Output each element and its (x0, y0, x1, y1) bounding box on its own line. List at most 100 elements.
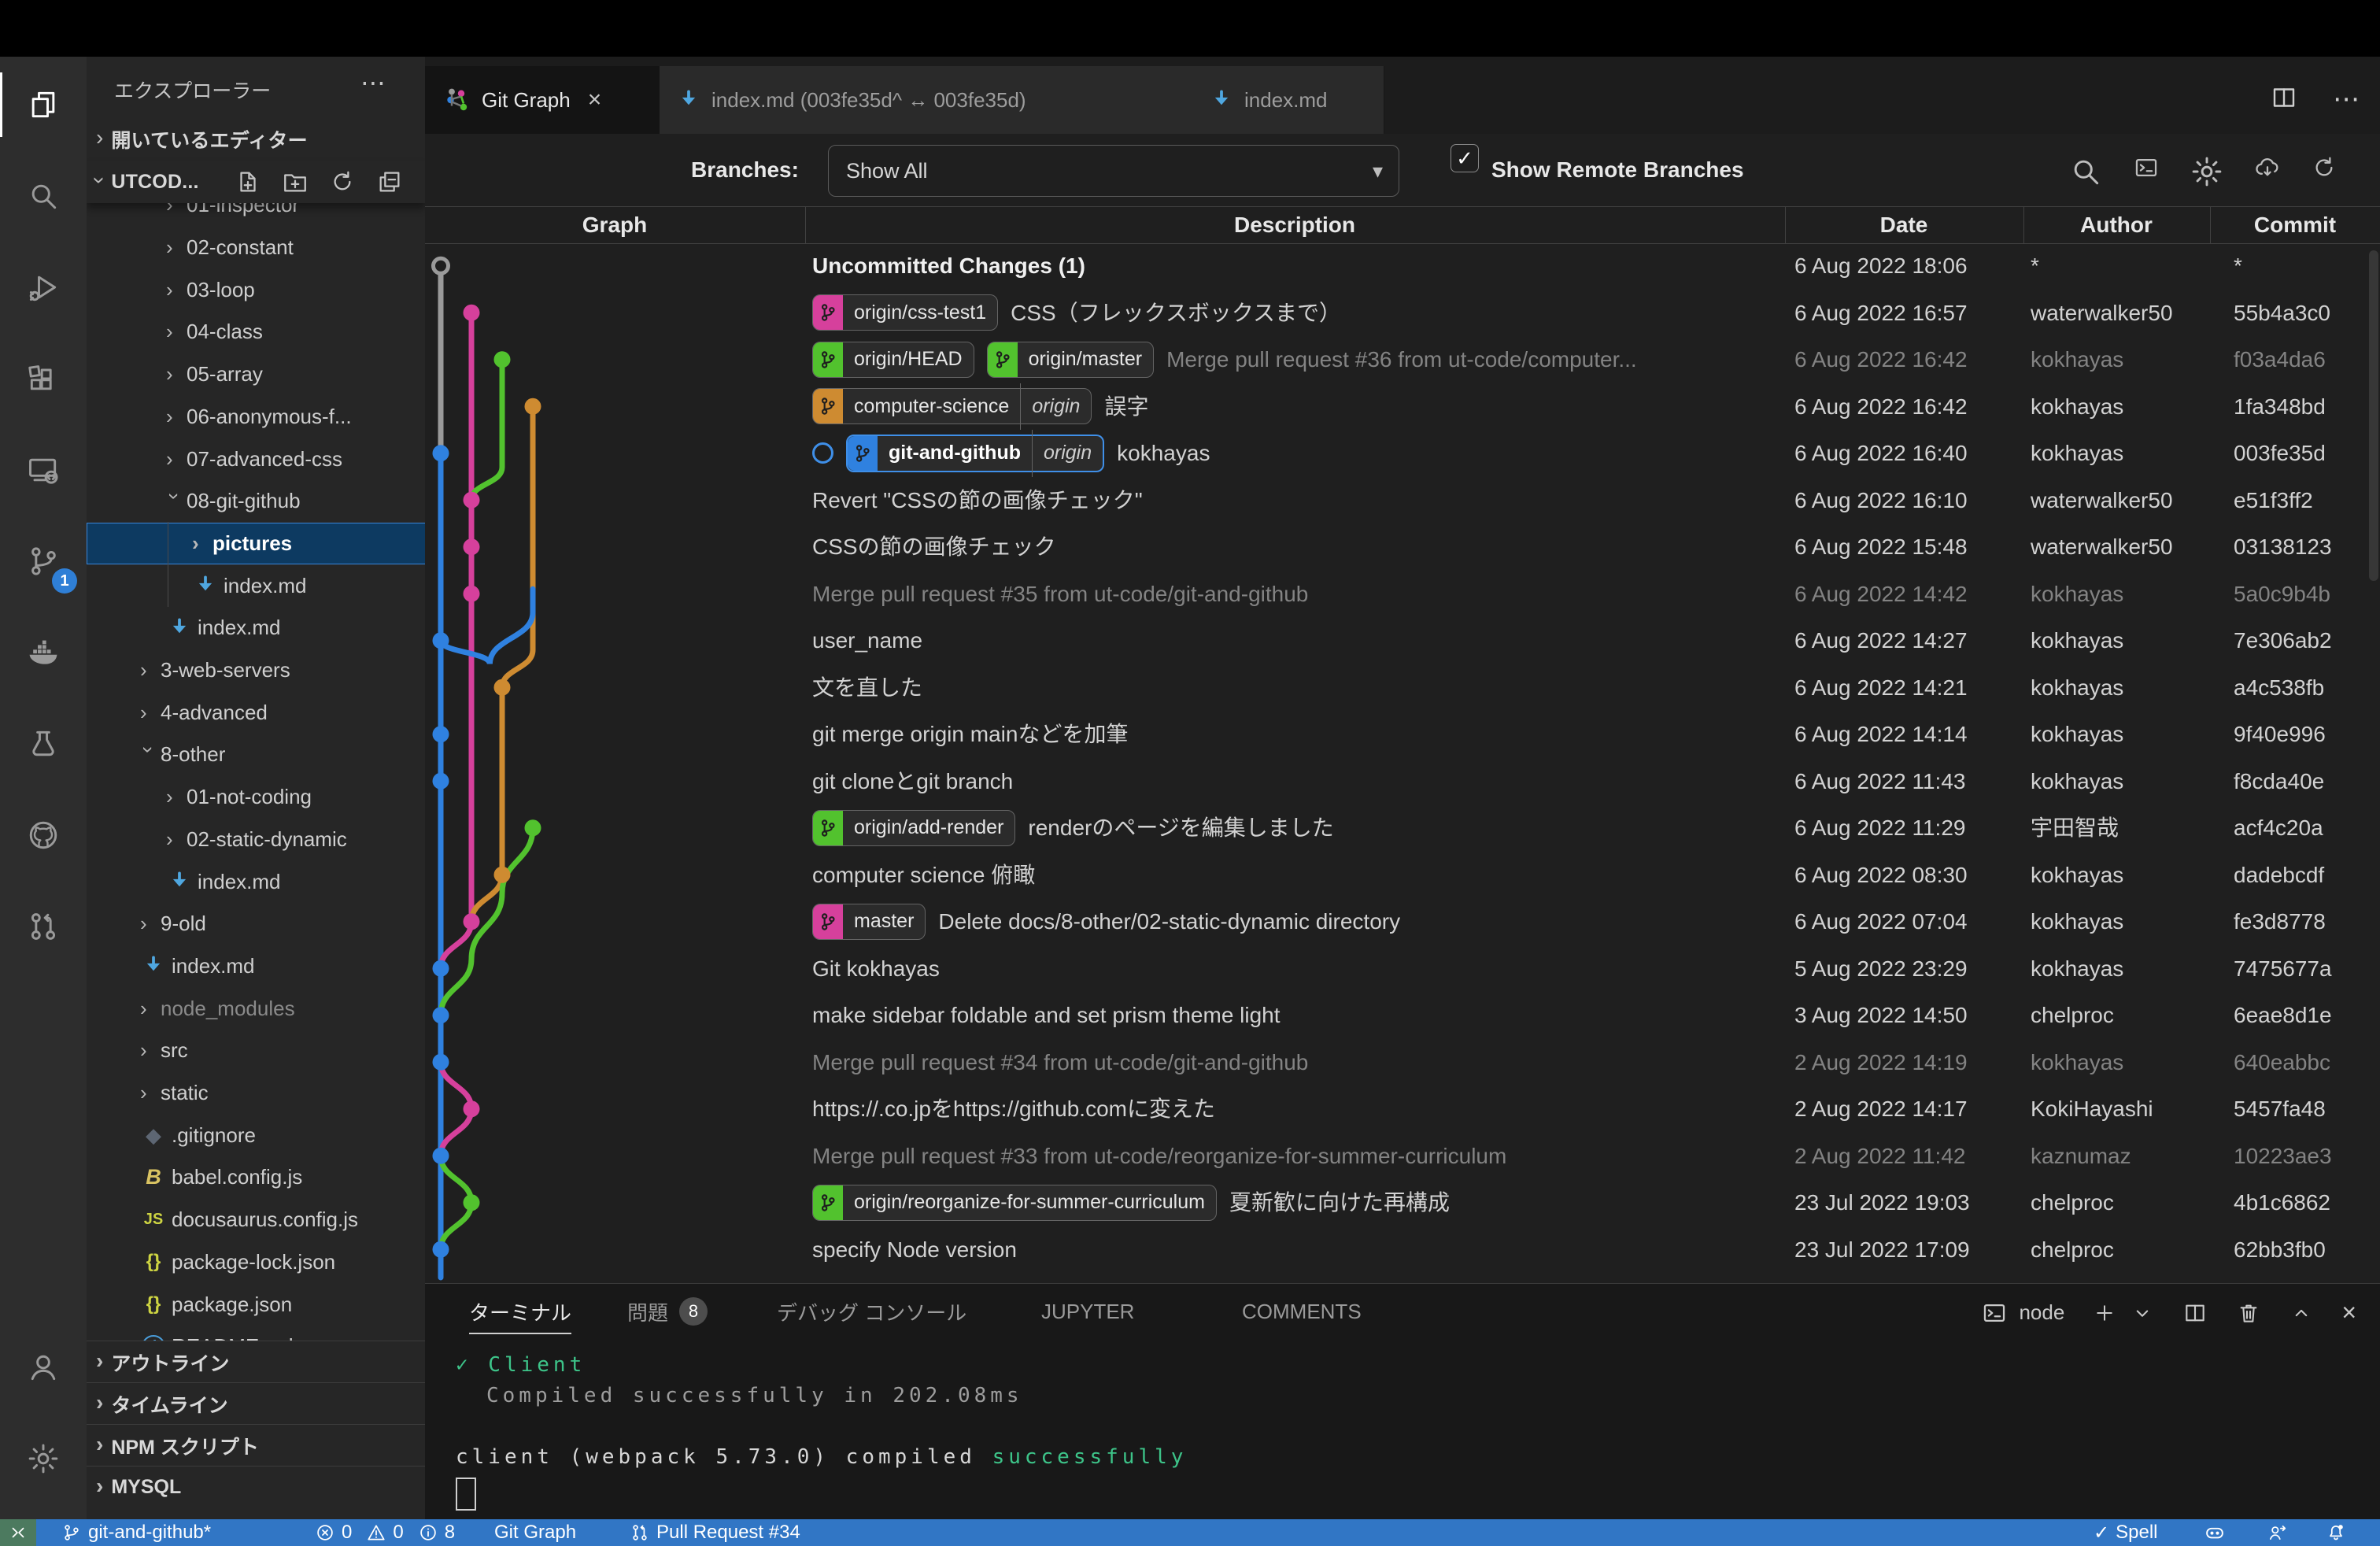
remote-indicator[interactable] (0, 1519, 36, 1546)
commit-row[interactable]: 文を直した6 Aug 2022 14:21kokhayasa4c538fb (425, 664, 2380, 712)
activity-github-icon[interactable] (0, 792, 87, 878)
tab-git-graph[interactable]: Git Graph× (425, 66, 660, 134)
panel-tab--[interactable]: 問題8 (627, 1284, 708, 1339)
section-outline[interactable]: ›アウトライン (87, 1341, 425, 1383)
commit-row[interactable]: computer-scienceorigin誤字6 Aug 2022 16:42… (425, 383, 2380, 431)
split-terminal-icon[interactable] (2182, 1300, 2208, 1326)
terminal-icon[interactable] (2133, 154, 2160, 189)
feedback-icon[interactable] (2267, 1519, 2287, 1546)
collapse-all-icon[interactable] (376, 168, 403, 195)
commit-row[interactable]: origin/HEADorigin/masterMerge pull reque… (425, 336, 2380, 383)
activity-run-debug-icon[interactable] (0, 244, 87, 331)
panel-tab-comments[interactable]: COMMENTS (1242, 1284, 1362, 1339)
close-panel-icon[interactable]: × (2341, 1298, 2356, 1327)
section-timeline[interactable]: ›タイムライン (87, 1382, 425, 1425)
close-icon[interactable]: × (588, 87, 602, 113)
file-index-md[interactable]: index.md (87, 945, 425, 988)
folder-05-array[interactable]: ›05-array (87, 353, 425, 396)
branch-badge[interactable]: master (812, 904, 926, 940)
status-pull-request[interactable]: Pull Request #34 (630, 1519, 800, 1546)
file-index-md[interactable]: index.md (87, 564, 425, 607)
shell-label[interactable]: node (2019, 1300, 2064, 1325)
tab-index-md[interactable]: index.md (1192, 66, 1384, 134)
file-package-json[interactable]: {}package.json (87, 1283, 425, 1326)
cloud-download-icon[interactable] (2254, 154, 2281, 189)
branch-badge[interactable]: git-and-githuborigin (846, 435, 1104, 472)
column-header-commit[interactable]: Commit (2254, 207, 2336, 243)
file-docusaurus-config-js[interactable]: JSdocusaurus.config.js (87, 1199, 425, 1241)
commit-row[interactable]: Merge pull request #34 from ut-code/git-… (425, 1039, 2380, 1086)
maximize-panel-icon[interactable] (2289, 1301, 2313, 1325)
folder-src[interactable]: ›src (87, 1030, 425, 1072)
file-index-md[interactable]: index.md (87, 607, 425, 649)
panel-tab--[interactable]: ターミナル (469, 1284, 571, 1339)
commit-row[interactable]: Merge pull request #35 from ut-code/git-… (425, 571, 2380, 618)
folder-01-not-coding[interactable]: ›01-not-coding (87, 776, 425, 819)
section-npm[interactable]: ›NPM スクリプト (87, 1424, 425, 1466)
commit-row[interactable]: git cloneとgit branch6 Aug 2022 11:43kokh… (425, 758, 2380, 805)
activity-test-flask-icon[interactable] (0, 701, 87, 787)
bell-icon[interactable] (2326, 1519, 2346, 1546)
column-header-author[interactable]: Author (2080, 207, 2153, 243)
branch-badge[interactable]: origin/master (987, 342, 1155, 378)
folder-9-old[interactable]: ›9-old (87, 903, 425, 945)
folder-pictures[interactable]: ›pictures (87, 523, 425, 565)
more-actions-icon[interactable]: ⋯ (360, 68, 386, 98)
column-header-graph[interactable]: Graph (582, 207, 647, 243)
folder-08-git-github[interactable]: ›08-git-github (87, 480, 425, 523)
editor-more-icon[interactable]: ⋯ (2333, 83, 2360, 115)
folder-04-class[interactable]: ›04-class (87, 311, 425, 353)
commit-row[interactable]: computer science 俯瞰6 Aug 2022 08:30kokha… (425, 852, 2380, 899)
status-branch[interactable]: git-and-github* (61, 1519, 211, 1546)
folder-02-static-dynamic[interactable]: ›02-static-dynamic (87, 819, 425, 861)
branch-badge[interactable]: origin/add-render (812, 810, 1015, 846)
folder-01-inspector[interactable]: ›01-inspector (87, 203, 425, 227)
commit-row[interactable]: origin/reorganize-for-summer-curriculum夏… (425, 1179, 2380, 1226)
workspace-section[interactable]: › UTCOD... (87, 161, 425, 203)
file-babel-config-js[interactable]: Bbabel.config.js (87, 1156, 425, 1199)
activity-settings-gear-icon[interactable] (0, 1415, 87, 1502)
commit-row[interactable]: specify Node version23 Jul 2022 17:09che… (425, 1226, 2380, 1274)
kill-terminal-icon[interactable] (2236, 1300, 2261, 1326)
file-package-lock-json[interactable]: {}package-lock.json (87, 1241, 425, 1284)
folder-07-advanced-css[interactable]: ›07-advanced-css (87, 438, 425, 480)
panel-tab-jupyter[interactable]: JUPYTER (1041, 1284, 1134, 1339)
branch-badge[interactable]: computer-scienceorigin (812, 388, 1092, 424)
split-editor-icon[interactable] (2270, 83, 2298, 115)
folder-02-constant[interactable]: ›02-constant (87, 227, 425, 269)
section-mysql[interactable]: ›MYSQL (87, 1466, 425, 1508)
folder-4-advanced[interactable]: ›4-advanced (87, 691, 425, 734)
status-spell[interactable]: ✓ Spell (2094, 1519, 2157, 1546)
activity-account-icon[interactable] (0, 1324, 87, 1411)
activity-pull-request-icon[interactable] (0, 883, 87, 970)
panel-tab--[interactable]: デバッグ コンソール (777, 1284, 966, 1339)
commit-row[interactable]: user_name6 Aug 2022 14:27kokhayas7e306ab… (425, 617, 2380, 664)
branch-badge[interactable]: origin/reorganize-for-summer-curriculum (812, 1185, 1217, 1221)
new-terminal-icon[interactable] (2093, 1301, 2116, 1325)
folder-3-web-servers[interactable]: ›3-web-servers (87, 649, 425, 692)
commit-row[interactable]: Git kokhayas5 Aug 2022 23:29kokhayas7475… (425, 945, 2380, 993)
show-remote-branches-checkbox[interactable]: ✓ (1451, 144, 1479, 172)
commit-row[interactable]: Revert "CSSの節の画像チェック"6 Aug 2022 16:10wat… (425, 477, 2380, 524)
folder-node-modules[interactable]: ›node_modules (87, 987, 425, 1030)
copilot-icon[interactable] (2204, 1519, 2226, 1546)
activity-extensions-icon[interactable] (0, 335, 87, 422)
commit-row[interactable]: git-and-githuboriginkokhayas6 Aug 2022 1… (425, 430, 2380, 477)
status-git-graph[interactable]: Git Graph (494, 1519, 576, 1546)
activity-explorer-icon[interactable] (0, 61, 87, 148)
folder-06-anonymous-f-[interactable]: ›06-anonymous-f... (87, 396, 425, 438)
status-problems[interactable]: 0 0 8 (315, 1519, 455, 1546)
folder-03-loop[interactable]: ›03-loop (87, 268, 425, 311)
file-index-md[interactable]: index.md (87, 860, 425, 903)
new-file-icon[interactable] (235, 168, 261, 195)
commit-row[interactable]: origin/add-renderrenderのページを編集しました6 Aug … (425, 804, 2380, 852)
commit-row[interactable]: make sidebar foldable and set prism them… (425, 992, 2380, 1039)
chevron-down-icon[interactable] (2131, 1301, 2154, 1325)
file--gitignore[interactable]: ◆.gitignore (87, 1114, 425, 1156)
open-editors-section[interactable]: › 開いているエディター (87, 118, 425, 161)
branch-badge[interactable]: origin/HEAD (812, 342, 974, 378)
search-icon[interactable] (2068, 154, 2103, 189)
new-folder-icon[interactable] (282, 168, 309, 195)
tab-index-md-003fe35d-003fe35d-[interactable]: index.md (003fe35d^ ↔ 003fe35d) (660, 66, 1193, 134)
refresh-icon[interactable] (2311, 154, 2338, 189)
